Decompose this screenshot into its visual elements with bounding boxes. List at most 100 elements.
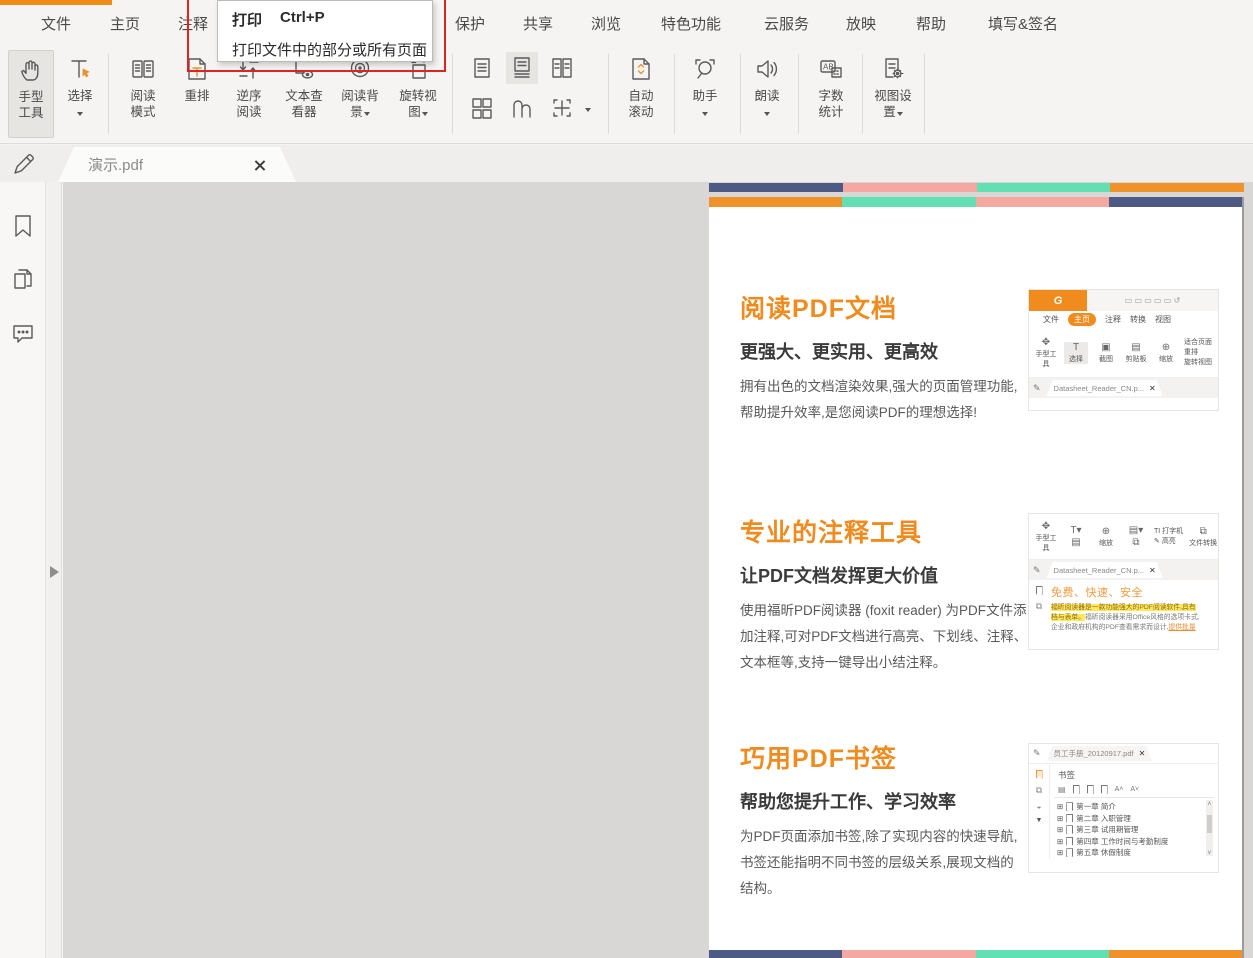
menu-cloud[interactable]: 云服务 [764,13,809,34]
assistant-label: 助手 [692,88,717,120]
ribbon: 文件 主页 注释 保护 共享 浏览 特色功能 云服务 放映 帮助 填写&签名 手… [0,0,1253,144]
mini-scrollbar: ∧∨ [1206,800,1213,856]
menu-file[interactable]: 文件 [41,13,71,34]
auto-scroll-label: 自动滚动 [626,88,656,120]
toolbar-separator [924,54,925,134]
menu-help[interactable]: 帮助 [916,13,946,34]
toolbar-separator [108,54,109,134]
menu-browse[interactable]: 浏览 [591,13,621,34]
screenshot-bookmarks-ui: ✎ 员工手册_20120917.pdf✕ ⧉◒▼ 书签 ▤A˄A˅ ⊞第一章 简… [1028,743,1219,873]
section-subtitle: 帮助您提升工作、学习效率 [740,788,1040,814]
section-title: 巧用PDF书签 [740,739,1040,775]
menu-share[interactable]: 共享 [523,13,553,34]
mini-menu-item: 文件 [1043,314,1059,325]
auto-scroll-button[interactable]: 自动滚动 [616,50,666,138]
read-aloud-label: 朗读 [754,88,779,120]
toolbar-separator [798,54,799,134]
reflow-label: 重排 [184,88,209,104]
section-body: 使用福昕PDF阅读器 (foxit reader) 为PDF文件添加注释,可对P… [740,598,1028,676]
mini-doc-title: 免费、快速、安全 [1051,584,1214,600]
assistant-icon [690,54,720,84]
comments-panel-button[interactable] [9,320,37,348]
reverse-read-label: 逆序阅读 [234,88,264,120]
read-mode-button[interactable]: 阅读模式 [116,50,170,138]
word-count-button[interactable]: AB 字数统计 [806,50,856,138]
section-body: 拥有出色的文档渲染效果,强大的页面管理功能,帮助提升效率,是您阅读PDF的理想选… [740,374,1022,426]
previous-page-bottom-strip [709,183,1244,192]
layout-split-view-button[interactable] [546,92,578,124]
view-settings-label: 视图设置 [872,88,914,120]
mini-bookmark-tree: ⊞第一章 简介 ⊞第二章 入职管理 ⊞第三章 试用期管理 ⊞第四章 工作时间与考… [1054,798,1214,859]
layout-continuous-button[interactable] [506,52,538,84]
read-aloud-button[interactable]: 朗读 [746,50,788,138]
reflow-button[interactable]: 重排 [174,50,220,138]
document-tab[interactable]: 演示.pdf [58,147,296,182]
caret-down-icon[interactable] [585,108,591,112]
panel-expand-arrow[interactable] [50,566,59,578]
view-settings-button[interactable]: 视图设置 [868,50,918,138]
toolbar-separator [608,54,609,134]
reflow-page-icon [182,54,212,84]
page-bottom-color-strip [709,950,1242,958]
document-canvas[interactable]: 阅读PDF文档 更强大、更实用、更高效 拥有出色的文档渲染效果,强大的页面管理功… [63,182,1253,958]
hand-tool-label: 手型工具 [16,89,46,121]
mini-toolbar: ✥手型工具 T▾▤ ⊕缩放 ▤▾⧉ TI 打字机✎ 高亮 ⧉文件转换 [1029,514,1218,560]
assistant-button[interactable]: 助手 [682,50,728,138]
edit-pencil-icon[interactable] [8,149,40,179]
mini-panel-title: 书签 [1054,766,1214,783]
menubar: 文件 主页 注释 保护 共享 浏览 特色功能 云服务 放映 帮助 填写&签名 [0,10,1253,40]
bookmarks-panel-button[interactable] [9,212,37,240]
layout-facing-continuous-button[interactable] [466,92,498,124]
screenshot-annotation-ui: ✥手型工具 T▾▤ ⊕缩放 ▤▾⧉ TI 打字机✎ 高亮 ⧉文件转换 ✎ Dat… [1028,513,1219,650]
mini-menubar: 文件 主页 注释 转换 视图 [1029,311,1218,328]
rotate-view-button[interactable]: 旋转视图 [392,50,444,138]
left-sidebar [0,182,46,958]
word-count-icon: AB [816,54,846,84]
section-subtitle: 更强大、更实用、更高效 [740,338,1040,364]
select-tool-label: 选择 [67,88,92,120]
select-tool-button[interactable]: 选择 [58,50,102,138]
menu-present[interactable]: 放映 [846,13,876,34]
mini-tabbar: ✎ Datasheet_Reader_CN.p...✕ [1029,560,1218,580]
tooltip-description: 打印文件中的部分或所有页面 [232,39,432,60]
menu-protect[interactable]: 保护 [455,13,485,34]
menu-features[interactable]: 特色功能 [661,13,721,34]
mini-titlebar: G ▭ ▭ ▭ ▭ ▭ ↺ [1029,290,1218,311]
tooltip-shortcut: Ctrl+P [280,9,325,30]
close-icon[interactable] [254,159,266,171]
section-annotation-tools: 专业的注释工具 让PDF文档发挥更大价值 使用福昕PDF阅读器 (foxit r… [740,513,1040,676]
mini-menu-item: 注释 [1105,314,1121,325]
caret-down-icon [897,112,903,116]
section-subtitle: 让PDF文档发挥更大价值 [740,562,1040,588]
pdf-page: 阅读PDF文档 更强大、更实用、更高效 拥有出色的文档渲染效果,强大的页面管理功… [709,197,1244,958]
tab-bar: 演示.pdf [0,145,1253,182]
section-title: 专业的注释工具 [740,513,1040,549]
layout-cover-facing-button[interactable] [506,92,538,124]
foxit-logo: G [1029,290,1087,311]
foxit-reader-window: 文件 主页 注释 保护 共享 浏览 特色功能 云服务 放映 帮助 填写&签名 手… [0,0,1253,958]
menu-fill-sign[interactable]: 填写&签名 [988,13,1058,34]
document-tab-title: 演示.pdf [88,154,254,175]
mini-tabbar: ✎ 员工手册_20120917.pdf✕ [1029,744,1218,764]
mini-toolbar: ✥手型工具 T选择 ▣截图 ▤剪贴板 ⊕缩放 适合页面重排旋转视图 [1029,328,1218,378]
mini-tabbar: ✎ Datasheet_Reader_CN.p...✕ [1029,378,1218,398]
menu-home[interactable]: 主页 [110,13,140,34]
text-viewer-label: 文本查看器 [283,88,325,120]
caret-down-icon [702,112,708,116]
rotate-view-label: 旋转视图 [397,88,439,120]
section-title: 阅读PDF文档 [740,289,1040,325]
reverse-read-button[interactable]: 逆序阅读 [224,50,274,138]
section-body: 为PDF页面添加书签,除了实现内容的快速导航,书签还能指明不同书签的层级关系,展… [740,824,1020,902]
text-viewer-button[interactable]: 文本查看器 [276,50,332,138]
word-count-label: 字数统计 [816,88,846,120]
pages-panel-button[interactable] [9,266,37,294]
panel-collapse-strip [47,182,62,958]
layout-facing-button[interactable] [546,52,578,84]
layout-single-page-button[interactable] [466,52,498,84]
read-background-button[interactable]: 阅读背景 [334,50,386,138]
mini-menu-item-active: 主页 [1068,313,1096,326]
mini-menu-item: 视图 [1155,314,1171,325]
mini-window-icons: ▭ ▭ ▭ ▭ ▭ ↺ [1087,290,1218,311]
menu-comment[interactable]: 注释 [178,13,208,34]
hand-tool-button[interactable]: 手型工具 [8,50,54,138]
